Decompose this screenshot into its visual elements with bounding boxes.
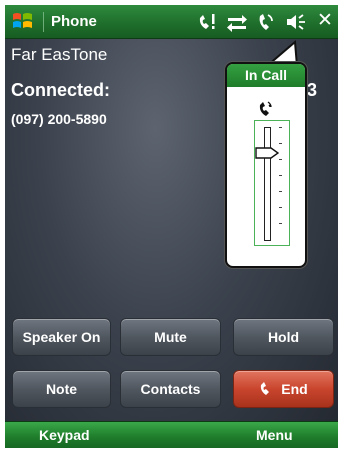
end-call-button[interactable]: End (233, 370, 334, 408)
phone-signal-icon[interactable] (256, 12, 276, 32)
speaker-on-button[interactable]: Speaker On (12, 318, 111, 356)
mute-button[interactable]: Mute (120, 318, 221, 356)
end-call-label: End (281, 381, 308, 397)
in-call-volume-popup: In Call (225, 62, 307, 268)
volume-icon[interactable] (285, 12, 307, 32)
speaker-on-label: Speaker On (22, 329, 101, 345)
handset-icon (259, 101, 272, 116)
popup-title: In Call (227, 64, 305, 87)
softkey-keypad[interactable]: Keypad (39, 427, 90, 443)
contacts-label: Contacts (140, 381, 201, 397)
softkey-menu[interactable]: Menu (256, 427, 293, 443)
phone-screen: Phone ✕ Far EasTone Connected: 33 (097) … (5, 5, 338, 448)
call-status: Connected: (11, 80, 110, 100)
data-connection-icon[interactable] (226, 12, 248, 32)
phone-number: (097) 200-5890 (11, 111, 107, 127)
windows-start-icon[interactable] (11, 10, 35, 32)
volume-slider-thumb[interactable] (255, 147, 279, 159)
mute-label: Mute (154, 329, 187, 345)
note-label: Note (45, 381, 78, 397)
end-call-icon (261, 382, 270, 395)
close-button[interactable]: ✕ (317, 11, 333, 31)
title-separator (43, 12, 44, 32)
volume-slider-track (264, 127, 271, 241)
carrier-name: Far EasTone (11, 45, 108, 64)
call-active-icon[interactable] (197, 12, 219, 32)
hold-button[interactable]: Hold (233, 318, 334, 356)
app-title: Phone (51, 13, 97, 30)
volume-slider[interactable] (254, 120, 290, 246)
hold-label: Hold (267, 329, 300, 345)
contacts-button[interactable]: Contacts (120, 370, 221, 408)
title-bar: Phone ✕ (5, 5, 338, 39)
note-button[interactable]: Note (12, 370, 111, 408)
soft-key-bar: Keypad Menu (5, 421, 338, 448)
